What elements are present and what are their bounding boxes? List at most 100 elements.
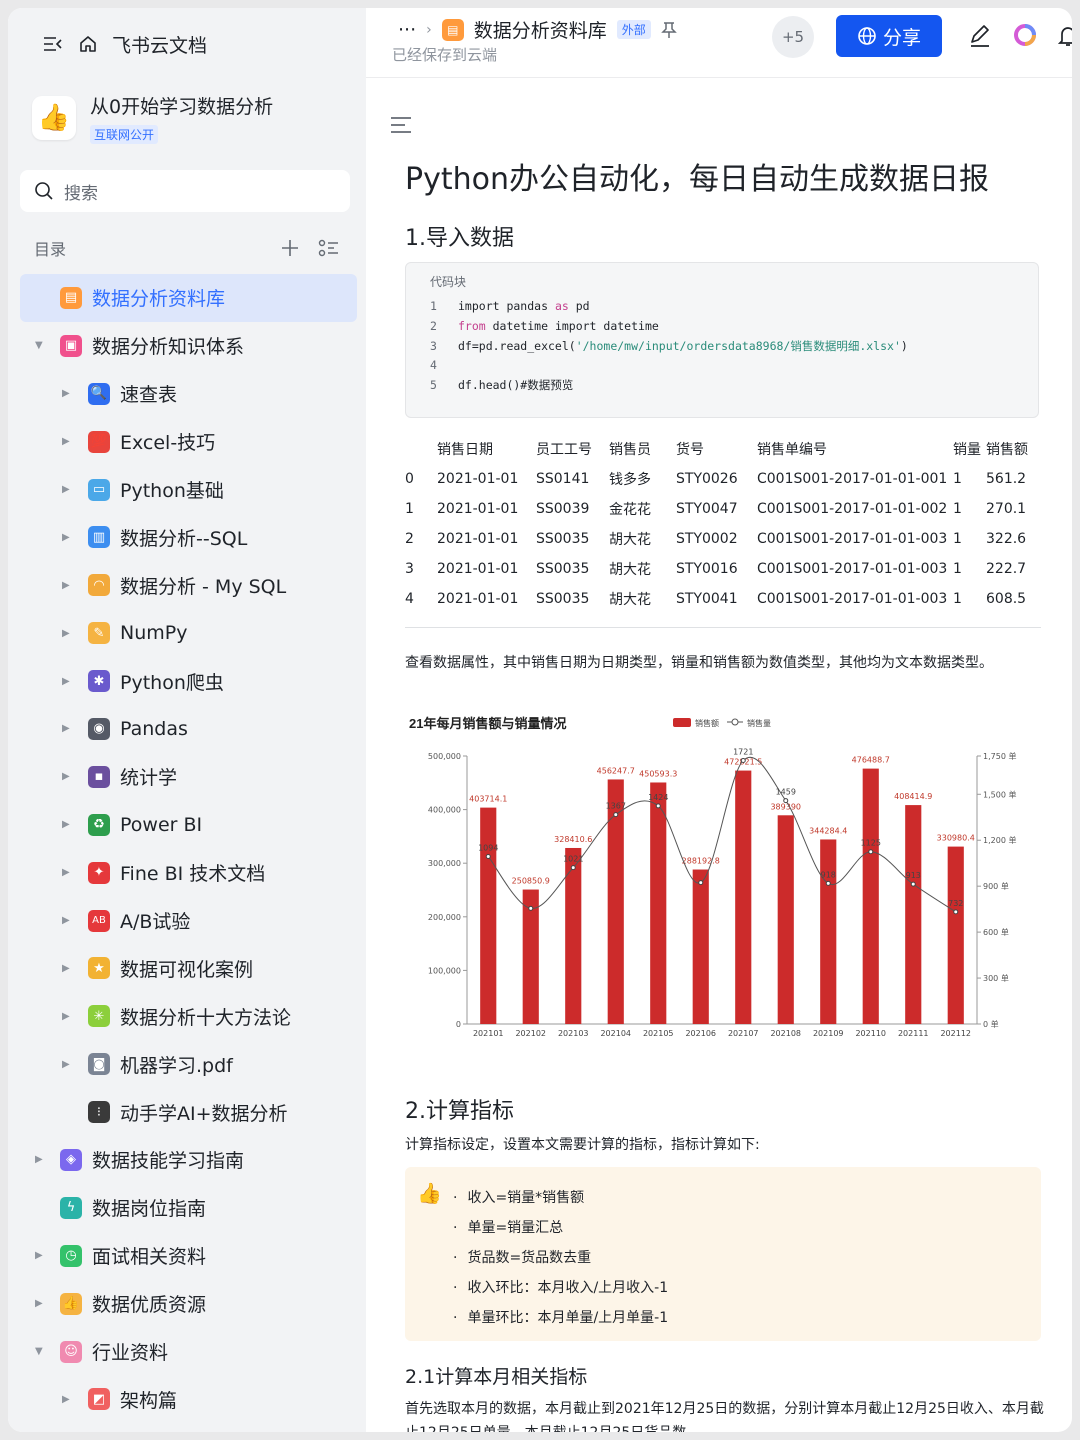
sidebar-item[interactable]: ▼ ☺ 行业资料 <box>8 1328 366 1376</box>
column-header: 销售日期 <box>437 442 493 458</box>
outline-list-icon[interactable] <box>318 238 340 258</box>
chevron-right-icon[interactable]: ▶ <box>62 723 70 734</box>
chevron-down-icon[interactable]: ▼ <box>35 340 43 351</box>
right-tick-label: 900 单 <box>983 881 1009 891</box>
collaborators-count[interactable]: +5 <box>772 16 814 58</box>
right-tick-label: 1,750 单 <box>983 751 1016 761</box>
x-tick-label: 202106 <box>685 1029 716 1038</box>
saved-status: 已经保存到云端 <box>392 46 498 64</box>
chevron-right-icon[interactable]: ▶ <box>62 1059 70 1070</box>
sidebar-item[interactable]: ⁝ 动手学AI+数据分析 <box>8 1088 366 1136</box>
column-header: 员工工号 <box>536 442 592 458</box>
sidebar-item[interactable]: ▶ ✎ NumPy <box>8 609 366 657</box>
ghost-icon: ☺ <box>60 1340 82 1363</box>
sidebar-item[interactable]: ▶ ◠ 数据分析 - My SQL <box>8 561 366 609</box>
table-cell: STY0041 <box>676 591 738 607</box>
sidebar-item-label: 数据岗位指南 <box>92 1198 207 1221</box>
chevron-down-icon[interactable]: ▼ <box>35 1346 43 1357</box>
chevron-right-icon[interactable]: ▶ <box>62 771 70 782</box>
chevron-right-icon[interactable]: ▶ <box>62 532 70 543</box>
chevron-right-icon[interactable]: ▶ <box>62 963 70 974</box>
chart-bar <box>905 805 922 1024</box>
table-cell: 608.5 <box>986 591 1027 607</box>
section-heading-2: 2.计算指标 <box>405 1099 514 1124</box>
sidebar-item[interactable]: ▶ ▭ Python基础 <box>8 466 366 514</box>
chevron-right-icon[interactable]: ▶ <box>62 628 70 639</box>
chevron-right-icon[interactable]: ▶ <box>62 1394 70 1405</box>
notification-bell-icon[interactable] <box>1058 24 1072 48</box>
sidebar-item[interactable]: ▶ 🔍 速查表 <box>8 370 366 418</box>
section2-intro: 计算指标设定，设置本文需要计算的指标，指标计算如下: <box>405 1137 760 1153</box>
more-crumbs-button[interactable]: ··· <box>398 19 416 41</box>
x-tick-label: 202104 <box>600 1029 631 1038</box>
collapse-sidebar-icon[interactable] <box>42 35 64 53</box>
sidebar-item[interactable]: ▶ ★ 数据可视化案例 <box>8 944 366 992</box>
bar-data-label: 344284.4 <box>809 826 847 835</box>
chevron-right-icon[interactable]: ▶ <box>62 819 70 830</box>
sidebar-item[interactable]: ▤ 数据分析资料库 <box>20 274 357 322</box>
sidebar-item[interactable]: ▶ ◷ 面试相关资料 <box>8 1232 366 1280</box>
left-tick-label: 100,000 <box>428 966 461 975</box>
add-icon[interactable] <box>280 238 300 258</box>
sidebar-item[interactable]: ▶ ✱ Python爬虫 <box>8 657 366 705</box>
table-cell: 2021-01-01 <box>437 531 519 547</box>
sidebar-item[interactable]: ϟ 数据岗位指南 <box>8 1184 366 1232</box>
chevron-right-icon[interactable]: ▶ <box>35 1154 43 1165</box>
chevron-right-icon[interactable]: ▶ <box>62 1011 70 1022</box>
section-heading-2-1: 2.1计算本月相关指标 <box>405 1366 588 1388</box>
toc-label: 目录 <box>34 240 67 259</box>
sidebar-item[interactable]: ▼ ▣ 数据分析知识体系 <box>8 322 366 370</box>
edit-icon[interactable] <box>968 24 992 48</box>
table-cell: 2021-01-01 <box>437 591 519 607</box>
sidebar-item[interactable]: ▶ 👍 数据优质资源 <box>8 1280 366 1328</box>
pin-icon[interactable] <box>660 21 677 39</box>
space-header[interactable]: 👍 从0开始学习数据分析 互联网公开 <box>32 92 273 144</box>
table-cell: SS0035 <box>536 591 590 607</box>
right-tick-label: 1,200 单 <box>983 835 1016 845</box>
code-block[interactable]: 代码块 1 import pandas as pd 2 from datetime i… <box>405 262 1039 418</box>
share-button[interactable]: 分享 <box>836 15 942 57</box>
chevron-right-icon[interactable]: ▶ <box>35 1250 43 1261</box>
chevron-right-icon[interactable]: ▶ <box>62 484 70 495</box>
line-number: 5 <box>430 378 437 392</box>
metric-item: 货品数=货品数去重 <box>453 1247 591 1267</box>
chevron-right-icon[interactable]: ▶ <box>35 1298 43 1309</box>
table-row: 1 2021-01-01 SS0039 金花花 STY0047 C001S001-2017… <box>405 494 1036 524</box>
recycle-icon: ♻ <box>88 813 110 836</box>
bar-data-label: 450593.3 <box>639 769 677 778</box>
bar-data-label: 328410.6 <box>554 835 592 844</box>
chevron-right-icon[interactable]: ▶ <box>62 676 70 687</box>
sidebar-item[interactable]: ▶ ◉ Pandas <box>8 705 366 753</box>
sidebar-item[interactable]: ▶ ✳ 数据分析十大方法论 <box>8 992 366 1040</box>
outline-toggle-icon[interactable] <box>390 116 412 134</box>
panda-icon: ◉ <box>88 717 110 740</box>
sidebar-item[interactable]: ▶ 💯 Excel-技巧 <box>8 418 366 466</box>
chevron-right-icon[interactable]: ▶ <box>62 580 70 591</box>
dataframe-table: 销售日期 员工工号 销售员 货号 销售单编号 销量 销售额 0 2021-01-01 SS014… <box>405 434 1036 614</box>
column-header: 销售单编号 <box>757 442 827 458</box>
sidebar-item[interactable]: ▶ ◈ 数据技能学习指南 <box>8 1136 366 1184</box>
attr-note: 查看数据属性，其中销售日期为日期类型，销量和销售额为数值类型，其他均为文本数据类… <box>405 655 993 671</box>
chevron-right-icon[interactable]: ▶ <box>62 915 70 926</box>
sidebar-item[interactable]: ▶ ✦ Fine BI 技术文档 <box>8 849 366 897</box>
bar-chart-icon: ▥ <box>88 526 110 549</box>
line-number: 3 <box>430 339 437 353</box>
table-header-row: 销售日期 员工工号 销售员 货号 销售单编号 销量 销售额 <box>405 434 1036 464</box>
sidebar-item[interactable]: ▶ ▥ 数据分析--SQL <box>8 513 366 561</box>
sidebar-item[interactable]: ▶ ◙ 机器学习.pdf <box>8 1040 366 1088</box>
chevron-right-icon[interactable]: ▶ <box>62 388 70 399</box>
sidebar-item[interactable]: ▶ ◩ 架构篇 <box>8 1375 366 1423</box>
sidebar-item-label: 行业资料 <box>92 1342 169 1365</box>
sidebar-item[interactable]: ▶ ♻ Power BI <box>8 801 366 849</box>
chevron-right-icon[interactable]: ▶ <box>62 867 70 878</box>
sidebar-item[interactable]: ▶ AB A/B试验 <box>8 897 366 945</box>
home-icon[interactable] <box>78 34 98 54</box>
chevron-right-icon[interactable]: ▶ <box>62 436 70 447</box>
line-number: 1 <box>430 299 437 313</box>
search-input[interactable]: 搜索 <box>20 170 350 212</box>
sidebar-item[interactable]: ▶ ▪ 统计学 <box>8 753 366 801</box>
home-label[interactable]: 飞书云文档 <box>112 31 207 58</box>
ai-assistant-icon[interactable] <box>1012 22 1038 48</box>
doc-title-crumb[interactable]: 数据分析资料库 <box>474 16 607 43</box>
line-data-label: 732 <box>948 899 963 908</box>
